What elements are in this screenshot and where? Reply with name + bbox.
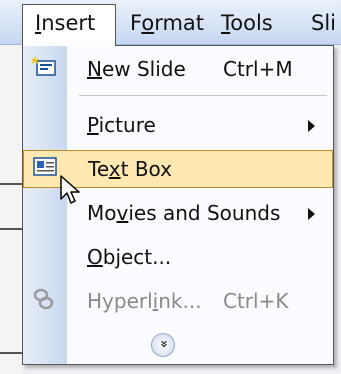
mouse-cursor-icon — [60, 175, 80, 204]
new-slide-icon — [31, 56, 56, 76]
submenu-arrow-icon — [308, 120, 315, 132]
background-ruler-line — [0, 352, 22, 354]
menu-insert[interactable]: Insert — [22, 4, 116, 46]
menu-item-label: Text Box — [88, 157, 173, 181]
menu-insert-label: Insert — [35, 11, 96, 35]
background-ruler-line — [0, 183, 22, 185]
hyperlink-icon — [33, 288, 54, 310]
text-box-icon — [33, 157, 57, 176]
menu-item-new-slide[interactable]: New Slide Ctrl+M — [23, 50, 333, 88]
menu-slide-show[interactable]: Sli — [311, 11, 336, 35]
expand-chevron-icon[interactable]: » — [151, 333, 175, 357]
menu-bar: Insert Format Tools Sli — [0, 0, 341, 46]
menu-item-label: Movies and Sounds — [87, 201, 281, 225]
background-ruler-line — [0, 228, 22, 230]
shortcut-label: Ctrl+M — [223, 57, 293, 81]
menu-format[interactable]: Format — [130, 11, 204, 35]
background-document — [0, 45, 22, 374]
menu-item-label: Object... — [87, 245, 172, 269]
shortcut-label: Ctrl+K — [223, 289, 289, 313]
menu-separator — [79, 95, 327, 96]
menu-item-picture[interactable]: Picture — [23, 106, 333, 144]
submenu-arrow-icon — [308, 208, 315, 220]
menu-item-label: Picture — [87, 113, 156, 137]
menu-tools[interactable]: Tools — [221, 11, 273, 35]
menu-item-object[interactable]: Object... — [23, 238, 333, 276]
menu-item-hyperlink[interactable]: Hyperlink... Ctrl+K — [23, 282, 333, 320]
menu-item-label: New Slide — [87, 57, 186, 81]
menu-item-label: Hyperlink... — [87, 289, 202, 313]
